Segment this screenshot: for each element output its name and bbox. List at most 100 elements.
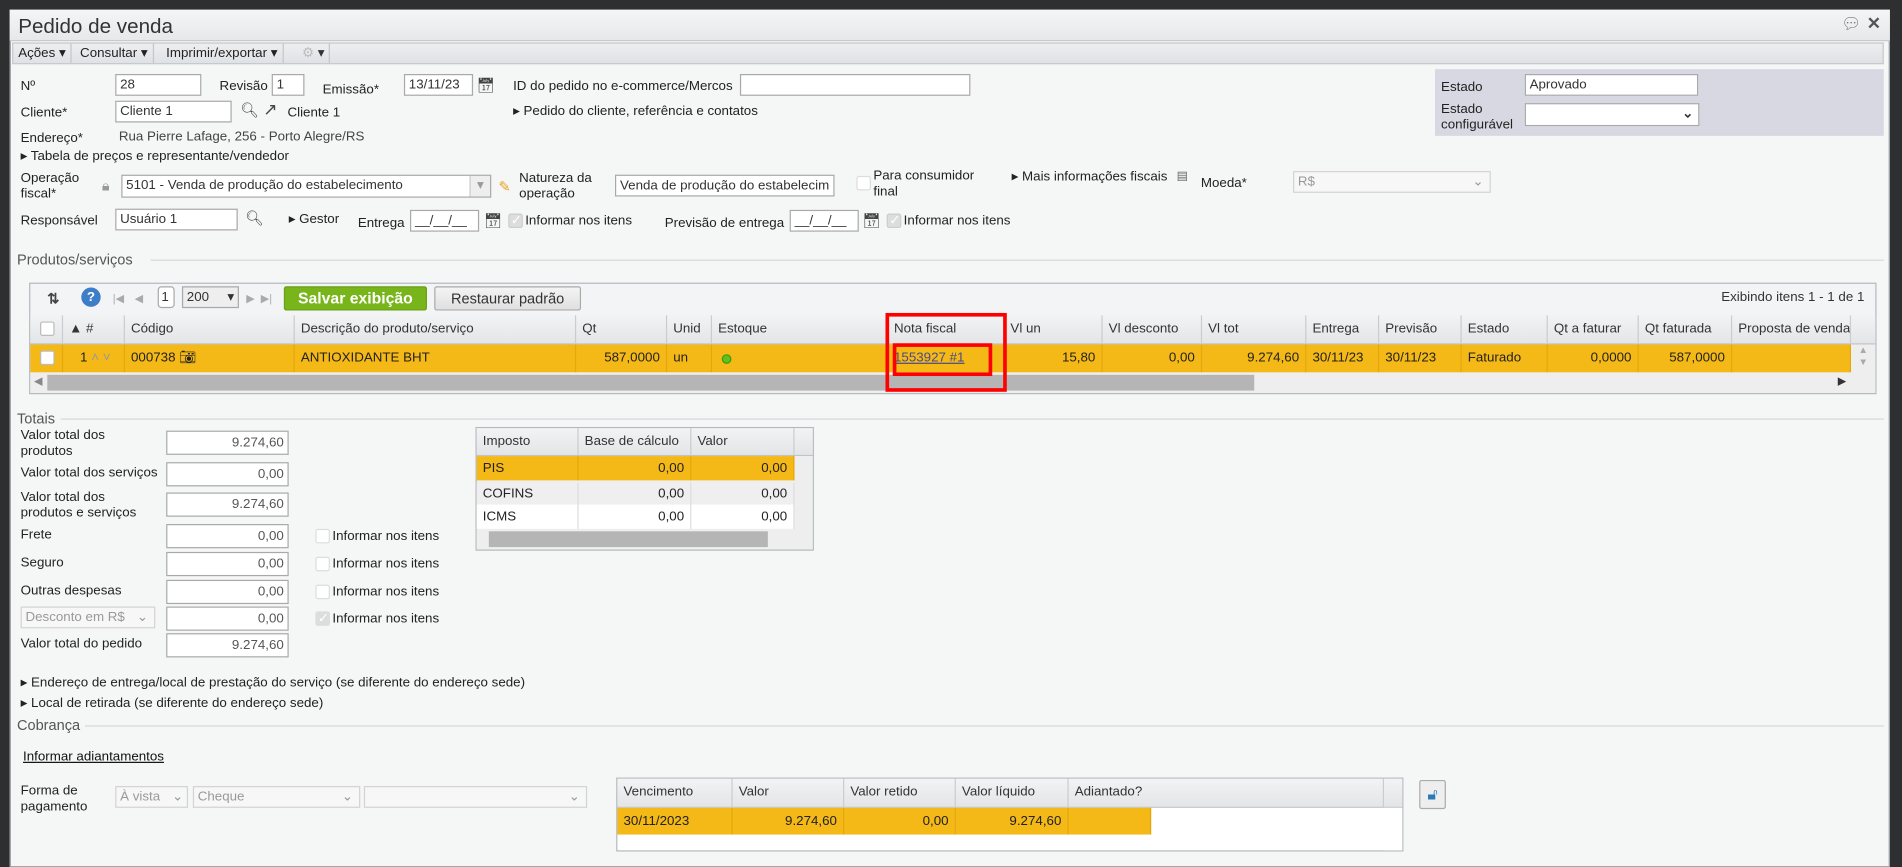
column-header-12[interactable]: Previsão bbox=[1379, 315, 1462, 344]
first-page-icon[interactable]: |◀ bbox=[113, 290, 124, 307]
total-value-input[interactable]: 0,00 bbox=[166, 462, 289, 487]
column-header[interactable]: Vencimento bbox=[617, 778, 733, 807]
operacao-fiscal-select[interactable]: 5101 - Venda de produção do estabelecime… bbox=[121, 174, 492, 198]
column-header-5[interactable]: Unid bbox=[667, 315, 713, 344]
camera-icon[interactable]: 📷︎ bbox=[176, 351, 196, 366]
column-header-10[interactable]: Vl tot bbox=[1202, 315, 1307, 344]
row-checkbox[interactable] bbox=[40, 350, 55, 366]
column-header[interactable]: Valor retido bbox=[844, 778, 956, 807]
column-header[interactable]: Valor bbox=[691, 428, 795, 455]
pedido-cliente-toggle[interactable]: ▸ Pedido do cliente, referência e contat… bbox=[513, 104, 758, 120]
vertical-scrollbar[interactable] bbox=[794, 456, 813, 529]
menu-imprimir-exportar[interactable]: Imprimir/exportar ▾ bbox=[161, 43, 284, 64]
extra-select[interactable]: ⌄ bbox=[363, 786, 588, 808]
estado-configuravel-select[interactable]: ⌄ bbox=[1524, 103, 1700, 127]
gestor-toggle[interactable]: ▸ Gestor bbox=[289, 212, 339, 228]
scrollbar-thumb[interactable] bbox=[47, 374, 1255, 391]
entrega-informar-itens-checkbox[interactable] bbox=[508, 212, 523, 229]
total-value-input[interactable]: 0,00 bbox=[166, 551, 289, 577]
numero-input[interactable] bbox=[115, 73, 202, 96]
close-icon[interactable]: ✕ bbox=[1867, 13, 1881, 34]
endereco-entrega-toggle[interactable]: ▸ Endereço de entrega/local de prestação… bbox=[21, 676, 525, 692]
refresh-icon[interactable]: ⇅ bbox=[47, 290, 59, 307]
column-header-8[interactable]: Vl un bbox=[1004, 315, 1103, 344]
emissao-input[interactable] bbox=[403, 73, 474, 96]
moeda-select[interactable]: R$ ⌄ bbox=[1293, 171, 1491, 193]
cliente-link[interactable]: Cliente 1 bbox=[287, 106, 340, 122]
table-row[interactable]: COFINS 0,00 0,00 bbox=[476, 482, 795, 505]
estado-input[interactable] bbox=[1524, 73, 1699, 96]
reorder-arrows-icon[interactable]: ˄ ˅ bbox=[87, 351, 110, 366]
page-input[interactable]: 1 bbox=[157, 286, 175, 309]
column-header[interactable]: Valor bbox=[733, 778, 845, 807]
column-header[interactable]: Base de cálculo bbox=[579, 428, 692, 455]
calendar-icon[interactable]: 📅︎ bbox=[477, 76, 495, 93]
previsao-input[interactable] bbox=[789, 209, 859, 232]
table-row[interactable]: PIS 0,00 0,00 bbox=[476, 456, 795, 481]
informar-itens-checkbox[interactable] bbox=[315, 556, 330, 572]
horizontal-scrollbar[interactable] bbox=[476, 528, 813, 550]
save-view-button[interactable]: Salvar exibição bbox=[283, 286, 427, 311]
calendar-icon[interactable]: 📅︎ bbox=[862, 212, 880, 229]
id-ecommerce-input[interactable] bbox=[739, 73, 971, 96]
pencil-icon[interactable]: ✎ bbox=[499, 178, 511, 195]
scroll-left-icon[interactable]: ◀ bbox=[34, 375, 42, 388]
informar-itens-checkbox[interactable] bbox=[315, 584, 330, 600]
vertical-scrollbar[interactable]: ▲ ▼ bbox=[1851, 344, 1876, 373]
column-header-9[interactable]: Vl desconto bbox=[1103, 315, 1203, 344]
column-header-1[interactable]: ▲ # bbox=[63, 315, 125, 344]
search-icon[interactable]: 🔍︎ bbox=[245, 210, 263, 227]
prazo-select[interactable]: À vista ⌄ bbox=[115, 786, 189, 808]
local-retirada-toggle[interactable]: ▸ Local de retirada (se diferente do end… bbox=[21, 696, 324, 712]
column-header-6[interactable]: Estoque bbox=[712, 315, 888, 344]
informar-itens-checkbox[interactable] bbox=[315, 528, 330, 544]
column-header-4[interactable]: Qt bbox=[576, 315, 668, 344]
informar-itens-checkbox[interactable] bbox=[315, 610, 330, 626]
desconto-type-select[interactable]: Desconto em R$ ⌄ bbox=[20, 606, 156, 629]
entrega-input[interactable] bbox=[409, 209, 480, 232]
total-value-input[interactable]: 0,00 bbox=[166, 524, 289, 549]
gear-icon[interactable]: ⚙ ▾ bbox=[297, 43, 331, 64]
total-value-input[interactable]: 0,00 bbox=[166, 579, 289, 605]
prev-page-icon[interactable]: ◀ bbox=[135, 290, 143, 307]
last-page-icon[interactable]: ▶| bbox=[261, 290, 272, 307]
external-link-icon[interactable]: ↗ bbox=[263, 101, 277, 118]
revisao-input[interactable] bbox=[271, 73, 305, 96]
cliente-input[interactable] bbox=[115, 100, 232, 123]
consumidor-final-checkbox[interactable] bbox=[856, 175, 871, 191]
calendar-icon[interactable]: 📅︎ bbox=[484, 212, 502, 229]
column-header-3[interactable]: Descrição do produto/serviço bbox=[295, 315, 577, 344]
search-icon[interactable]: 🔍︎ bbox=[240, 102, 258, 119]
menu-consultar[interactable]: Consultar ▾ bbox=[75, 43, 154, 64]
restore-default-button[interactable]: Restaurar padrão bbox=[434, 286, 582, 311]
column-header-15[interactable]: Qt faturada bbox=[1639, 315, 1733, 344]
table-row[interactable]: ICMS 0,00 0,00 bbox=[476, 504, 795, 529]
next-page-icon[interactable]: ▶ bbox=[246, 290, 254, 307]
total-value-input[interactable]: 9.274,60 bbox=[166, 492, 289, 517]
help-icon[interactable]: ? bbox=[81, 287, 101, 307]
mais-info-fiscais-toggle[interactable]: ▸ Mais informações fiscais bbox=[1012, 170, 1168, 186]
menu-acoes[interactable]: Ações ▾ bbox=[13, 43, 72, 64]
column-header[interactable]: Imposto bbox=[477, 428, 579, 455]
select-all-checkbox[interactable] bbox=[40, 321, 55, 337]
column-header-16[interactable]: Proposta de venda bbox=[1732, 315, 1852, 344]
column-header-14[interactable]: Qt a faturar bbox=[1548, 315, 1639, 344]
total-value-input[interactable]: 9.274,60 bbox=[166, 430, 289, 455]
column-header[interactable]: Valor líquido bbox=[956, 778, 1069, 807]
tabela-precos-toggle[interactable]: ▸ Tabela de preços e representante/vende… bbox=[21, 149, 289, 165]
column-header-13[interactable]: Estado bbox=[1462, 315, 1548, 344]
informar-adiantamentos-link[interactable]: Informar adiantamentos bbox=[23, 750, 164, 766]
page-size-select[interactable]: 200 ▾ bbox=[181, 286, 239, 309]
total-value-input[interactable]: 9.274,60 bbox=[166, 633, 289, 658]
column-header-11[interactable]: Entrega bbox=[1306, 315, 1380, 344]
total-value-input[interactable]: 0,00 bbox=[166, 606, 289, 631]
chat-icon[interactable]: 💬︎ bbox=[1841, 15, 1861, 34]
column-header-2[interactable]: Código bbox=[125, 315, 295, 344]
previsao-informar-itens-checkbox[interactable] bbox=[886, 212, 902, 229]
vertical-scrollbar[interactable] bbox=[1384, 807, 1403, 851]
table-row[interactable]: 30/11/2023 9.274,60 0,00 9.274,60 bbox=[617, 807, 1152, 835]
unlock-icon[interactable]: 🔓︎ bbox=[1419, 779, 1446, 810]
column-header[interactable]: Adiantado? bbox=[1069, 778, 1385, 807]
document-icon[interactable]: ▤ bbox=[1177, 169, 1188, 186]
responsavel-input[interactable] bbox=[115, 208, 238, 231]
